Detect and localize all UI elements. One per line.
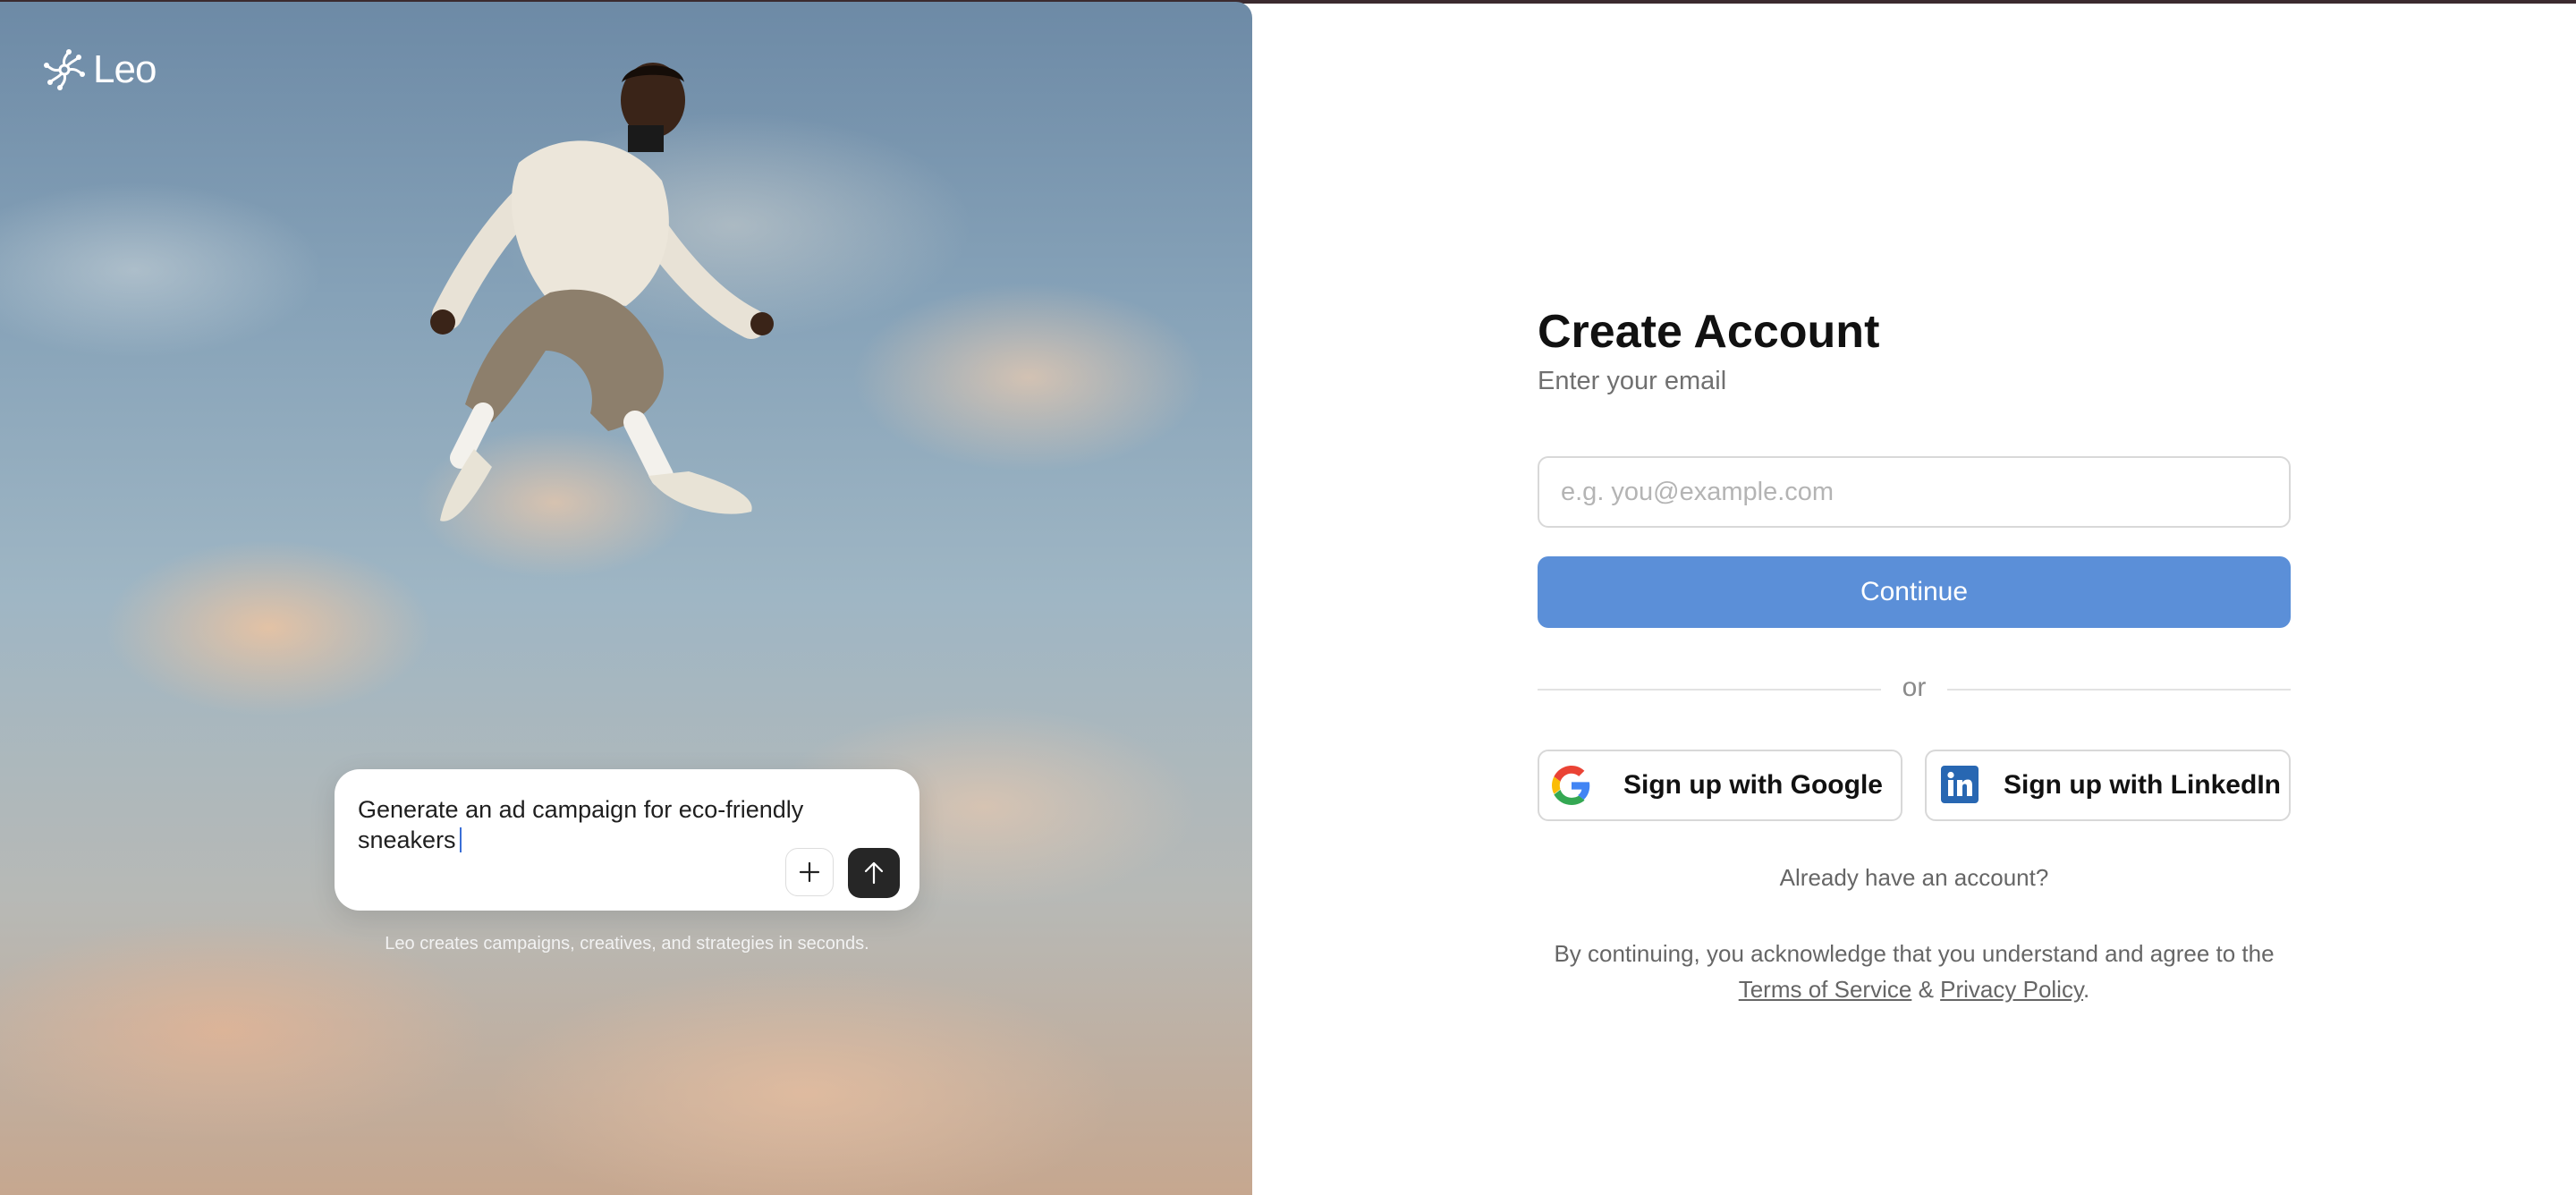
plus-icon [799, 861, 820, 883]
hero-panel: Leo Generate an ad campaign for eco-frie… [0, 2, 1252, 1195]
or-divider: or [1538, 671, 2291, 707]
prompt-input[interactable]: Generate an ad campaign for eco-friendly… [358, 794, 823, 855]
google-signup-label: Sign up with Google [1623, 770, 1883, 800]
email-label: Enter your email [1538, 367, 1727, 395]
divider-line-right [1947, 689, 2291, 691]
linkedin-signup-label: Sign up with LinkedIn [2004, 770, 2281, 800]
google-signup-button[interactable]: Sign up with Google [1538, 750, 1902, 821]
brand-name: Leo [93, 47, 157, 91]
linkedin-signup-button[interactable]: Sign up with LinkedIn [1925, 750, 2291, 821]
arrow-up-icon [864, 861, 884, 885]
add-button[interactable] [785, 848, 834, 896]
or-label: or [1902, 673, 1927, 702]
legal-amp: & [1918, 976, 1934, 1003]
jumping-person-image [430, 63, 774, 521]
login-link[interactable]: Already have an account? [1538, 864, 2291, 892]
prompt-text: Generate an ad campaign for eco-friendly… [358, 796, 804, 853]
leo-logo-icon [44, 49, 85, 90]
legal-period: . [2083, 976, 2090, 1003]
terms-link[interactable]: Terms of Service [1739, 976, 1912, 1003]
google-icon [1552, 766, 1591, 805]
hero-caption: Leo creates campaigns, creatives, and st… [385, 934, 869, 953]
create-account-form: Create Account Enter your email Continue… [1538, 304, 2291, 1003]
brand-logo[interactable]: Leo [41, 47, 157, 93]
legal-prefix: By continuing, you acknowledge that you … [1554, 940, 2275, 967]
legal-notice: By continuing, you acknowledge that you … [1538, 936, 2291, 1007]
prompt-card[interactable]: Generate an ad campaign for eco-friendly… [335, 769, 919, 911]
privacy-link[interactable]: Privacy Policy [1940, 976, 2083, 1003]
text-caret [459, 827, 462, 852]
email-field[interactable] [1538, 456, 2291, 528]
send-button[interactable] [848, 848, 900, 898]
continue-button[interactable]: Continue [1538, 556, 2291, 628]
page-title: Create Account [1538, 306, 1880, 358]
linkedin-icon [1941, 766, 1980, 805]
